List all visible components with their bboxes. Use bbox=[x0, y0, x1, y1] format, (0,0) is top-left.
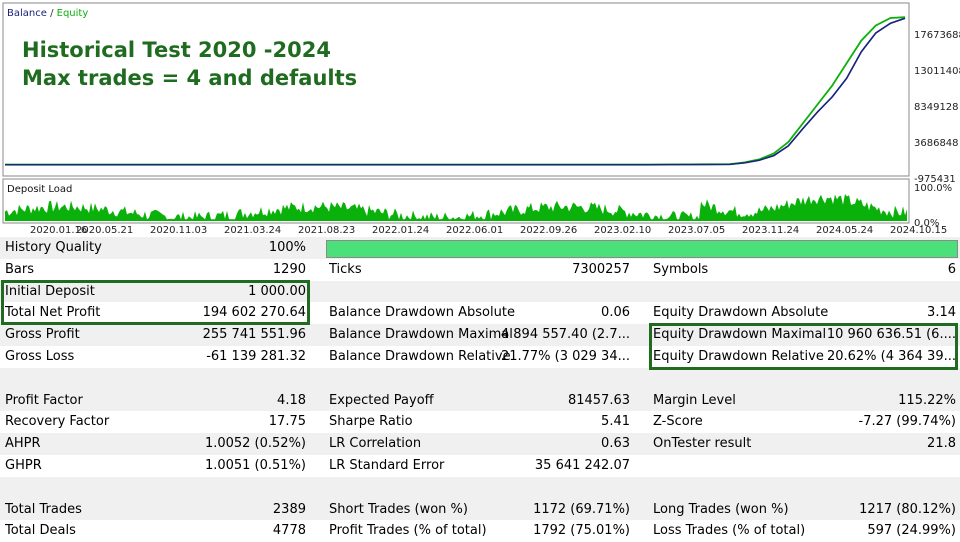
stat-value bbox=[800, 368, 956, 390]
stat-value bbox=[150, 477, 306, 499]
x-tick-label: 2023.11.24 bbox=[742, 225, 799, 236]
history-quality-value: 100% bbox=[268, 240, 306, 255]
x-tick-label: 2020.11.03 bbox=[150, 225, 207, 236]
stats-row: Gross Profit 255 741 551.96 Balance Drawdo… bbox=[0, 324, 960, 346]
x-tick-label: 2022.01.24 bbox=[372, 225, 429, 236]
stat-value bbox=[470, 281, 630, 303]
stat-value bbox=[800, 455, 956, 477]
stat-value: 10 960 636.51 (6.... bbox=[826, 327, 956, 343]
report-stats-table: History Quality 100% Bars 1290 Ticks 730025… bbox=[0, 237, 960, 542]
stat-value: 1.0052 (0.52%) bbox=[204, 436, 306, 452]
legend-balance: Balance bbox=[7, 8, 47, 19]
stat-value: 1 000.00 bbox=[248, 283, 306, 299]
stat-value: 1172 (69.71%) bbox=[533, 501, 630, 517]
x-tick-label: 2023.02.10 bbox=[594, 225, 651, 236]
balance-equity-chart: Balance / Equity 17673688 13011408 8349128 3… bbox=[0, 0, 960, 237]
stat-value: 2389 bbox=[272, 501, 306, 517]
stat-value bbox=[470, 368, 630, 390]
stat-value: 6 bbox=[947, 261, 956, 277]
stat-value: 0.06 bbox=[601, 305, 630, 321]
stats-row: Gross Loss -61 139 281.32 Balance Drawdown… bbox=[0, 345, 960, 368]
legend-sep: / bbox=[47, 8, 57, 19]
stats-row: Total Deals 4778 Profit Trades (% of total… bbox=[0, 520, 960, 542]
x-tick-label: 2024.05.24 bbox=[816, 225, 873, 236]
stat-value: 115.22% bbox=[898, 392, 956, 408]
title-line-1: Historical Test 2020 -2024 bbox=[22, 38, 331, 62]
stat-value: 1792 (75.01%) bbox=[533, 523, 630, 539]
stat-value: -61 139 281.32 bbox=[206, 348, 306, 364]
stat-value: 255 741 551.96 bbox=[202, 327, 306, 343]
stats-row: Profit Factor 4.18 Expected Payoff 81457.63… bbox=[0, 389, 960, 412]
stat-value: 4.18 bbox=[277, 392, 306, 408]
x-tick-label: 2024.10.15 bbox=[890, 225, 947, 236]
stat-value: 3.14 bbox=[927, 305, 956, 321]
stat-value: 17.75 bbox=[268, 414, 306, 430]
stat-value: 21.77% (3 029 34... bbox=[500, 348, 630, 364]
y-tick-label: 8349128 bbox=[914, 102, 959, 113]
stats-row: Total Trades 2389 Short Trades (won %) 1172… bbox=[0, 498, 960, 521]
stat-value: 194 602 270.64 bbox=[202, 305, 306, 321]
stat-value bbox=[800, 477, 956, 499]
x-tick-label: 2021.03.24 bbox=[224, 225, 281, 236]
x-tick-label: 2020.05.21 bbox=[76, 225, 133, 236]
stats-row bbox=[0, 476, 960, 499]
stat-value: -7.27 (99.74%) bbox=[858, 414, 956, 430]
x-tick-label: 2021.08.23 bbox=[298, 225, 355, 236]
stat-value: 35 641 242.07 bbox=[534, 457, 630, 473]
stats-row: Bars 1290 Ticks 7300257 Symbols 6 bbox=[0, 258, 960, 281]
stat-value bbox=[800, 281, 956, 303]
stat-value: 0.63 bbox=[601, 436, 630, 452]
stats-row: Total Net Profit 194 602 270.64 Balance Dr… bbox=[0, 302, 960, 325]
stat-value: 4 894 557.40 (2.7... bbox=[500, 327, 630, 343]
legend-equity: Equity bbox=[57, 8, 89, 19]
title-line-2: Max trades = 4 and defaults bbox=[22, 66, 358, 90]
stat-value: 21.8 bbox=[927, 436, 956, 452]
stat-value: 20.62% (4 364 39... bbox=[826, 348, 956, 364]
stats-row: Initial Deposit 1 000.00 bbox=[0, 280, 960, 303]
stat-value bbox=[470, 477, 630, 499]
history-quality-row: History Quality 100% bbox=[0, 237, 960, 259]
x-tick-label: 2022.09.26 bbox=[520, 225, 577, 236]
stats-row: GHPR 1.0051 (0.51%) LR Standard Error 35 64… bbox=[0, 454, 960, 477]
x-tick-label: 2022.06.01 bbox=[446, 225, 503, 236]
stats-row: Recovery Factor 17.75 Sharpe Ratio 5.41 Z-Sc… bbox=[0, 411, 960, 434]
stat-value bbox=[150, 368, 306, 390]
stat-value: 1217 (80.12%) bbox=[859, 501, 956, 517]
stats-row bbox=[0, 367, 960, 390]
stat-value: 597 (24.99%) bbox=[867, 523, 956, 539]
stat-value: 1290 bbox=[272, 261, 306, 277]
deposit-tick-label: 100.0% bbox=[914, 183, 952, 194]
stats-row: AHPR 1.0052 (0.52%) LR Correlation 0.63 OnTe… bbox=[0, 433, 960, 455]
chart-title-overlay: Historical Test 2020 -2024 Max trades = … bbox=[22, 36, 357, 92]
chart-legend: Balance / Equity bbox=[7, 8, 88, 19]
history-quality-bar bbox=[326, 240, 958, 258]
stat-value: 81457.63 bbox=[567, 392, 630, 408]
deposit-load-label: Deposit Load bbox=[7, 184, 72, 195]
stat-value: 1.0051 (0.51%) bbox=[204, 457, 306, 473]
y-tick-label: 17673688 bbox=[914, 30, 960, 41]
x-tick-label: 2023.07.05 bbox=[668, 225, 725, 236]
y-tick-label: 3686848 bbox=[914, 138, 959, 149]
stat-value: 5.41 bbox=[601, 414, 630, 430]
y-tick-label: 13011408 bbox=[914, 66, 960, 77]
stat-value: 4778 bbox=[272, 523, 306, 539]
stat-value: 7300257 bbox=[572, 261, 630, 277]
